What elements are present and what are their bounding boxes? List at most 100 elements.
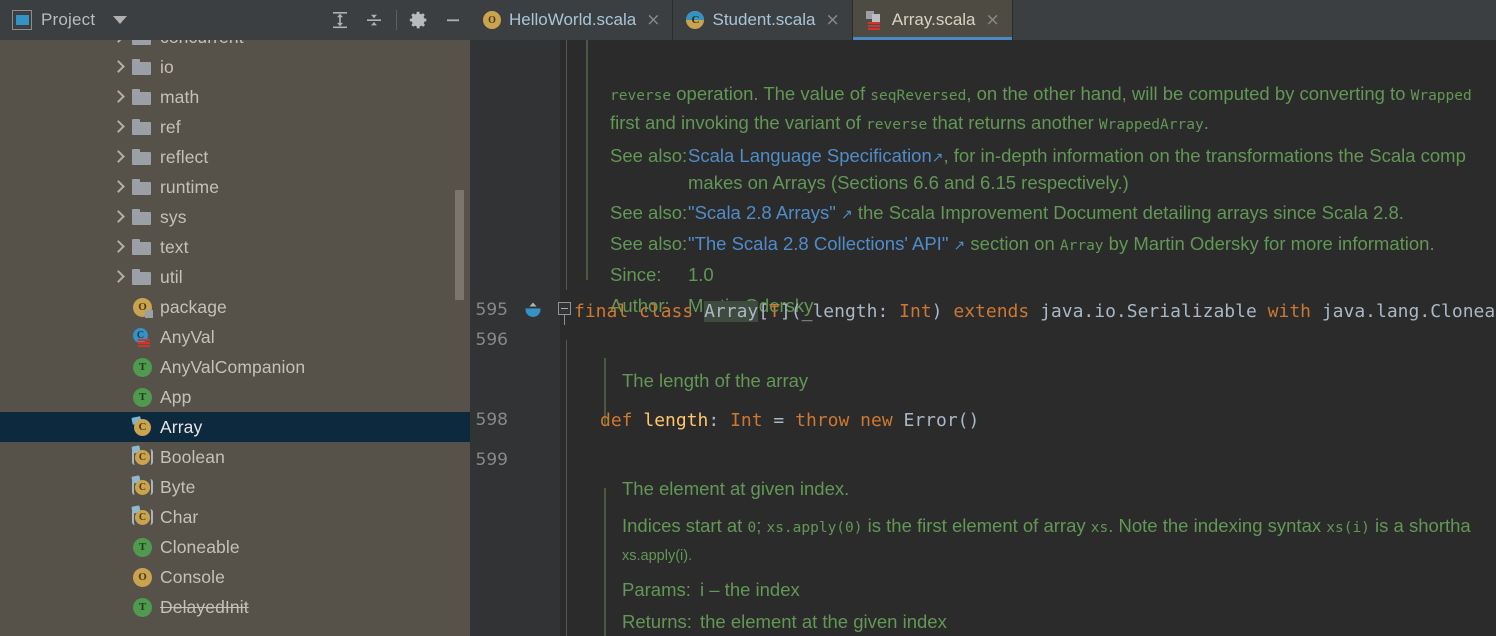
- doc-text: that returns another: [927, 112, 1099, 133]
- chevron-right-icon[interactable]: [110, 59, 126, 75]
- expand-all-button[interactable]: [323, 3, 357, 37]
- project-tool-window-header: Project: [0, 0, 470, 40]
- tree-item-label: Char: [160, 506, 199, 527]
- scala-trait-icon: T: [133, 597, 152, 617]
- tree-item-runtime[interactable]: runtime: [0, 172, 470, 202]
- tree-item-label: DelayedInit: [160, 596, 249, 617]
- implementing-member-icon[interactable]: [522, 300, 544, 322]
- doc-code-span: xs.apply(0): [766, 520, 863, 536]
- doc-text: section on: [970, 233, 1060, 254]
- folder-icon: [132, 239, 152, 255]
- chevron-down-icon[interactable]: [113, 16, 128, 24]
- tab-label: Array.scala: [891, 10, 976, 29]
- chevron-right-icon[interactable]: [110, 40, 126, 45]
- chevron-right-icon[interactable]: [110, 149, 126, 165]
- tree-item-label: Console: [160, 566, 225, 587]
- doc-apply-returns: Returns: the element at the given index: [622, 611, 947, 633]
- doc-text: . Note the indexing syntax: [1108, 515, 1327, 536]
- chevron-right-icon[interactable]: [110, 119, 126, 135]
- editor-tab-bar: O HelloWorld.scala × C Student.scala × A…: [470, 0, 1496, 40]
- tree-item-label: math: [160, 86, 200, 107]
- doc-text: is the first element of array: [862, 515, 1091, 536]
- settings-button[interactable]: [402, 3, 436, 37]
- tree-item-console[interactable]: O Console: [0, 562, 470, 592]
- code-editor[interactable]: 595 596 598 599 reverse operation. The v…: [470, 40, 1496, 636]
- tree-item-text[interactable]: text: [0, 232, 470, 262]
- close-icon[interactable]: ×: [646, 11, 660, 29]
- tree-item-app[interactable]: T App: [0, 382, 470, 412]
- since-label: Since:: [610, 264, 662, 285]
- doc-apply-line2: Indices start at 0; xs.apply(0) is the f…: [622, 515, 1471, 537]
- tree-item-package[interactable]: Opackage: [0, 292, 470, 322]
- code-content[interactable]: reverse operation. The value of seqRever…: [558, 40, 1496, 636]
- doc-link[interactable]: Scala Language Specification: [688, 145, 932, 166]
- line-number: 595: [475, 300, 508, 320]
- tree-item-delayedinit[interactable]: T DelayedInit: [0, 592, 470, 622]
- code-token: ): [931, 301, 954, 322]
- tree-item-concurrent[interactable]: concurrent: [0, 40, 470, 52]
- tree-item-label: Array: [160, 416, 203, 437]
- returns-label: Returns:: [622, 611, 692, 632]
- tree-item-ref[interactable]: ref: [0, 112, 470, 142]
- code-token: length: [643, 410, 709, 431]
- doc-text: , for in-depth information on the transf…: [943, 145, 1466, 166]
- tree-item-math[interactable]: math: [0, 82, 470, 112]
- doc-code-span: xs: [1090, 520, 1109, 536]
- doc-code-span: xs(i): [1326, 520, 1370, 536]
- project-tree: concurrent io math ref reflect runtime sys text…: [0, 40, 470, 622]
- fold-marker-icon[interactable]: [558, 302, 571, 325]
- folder-icon: [132, 149, 152, 165]
- tree-item-util[interactable]: util: [0, 262, 470, 292]
- tree-item-label: io: [160, 56, 174, 77]
- editor-tab-array[interactable]: Array.scala ×: [852, 0, 1013, 40]
- doc-code-span: Array: [1059, 238, 1104, 254]
- chevron-right-icon[interactable]: [110, 239, 126, 255]
- editor-gutter[interactable]: 595 596 598 599: [470, 40, 560, 636]
- code-token: ](_length:: [779, 301, 900, 322]
- doc-text: operation. The value of: [671, 83, 871, 104]
- collapse-all-button[interactable]: [357, 3, 391, 37]
- doc-link[interactable]: "The Scala 2.8 Collections' API": [688, 233, 948, 254]
- editor-tab-helloworld[interactable]: O HelloWorld.scala ×: [470, 0, 674, 40]
- code-line-595[interactable]: final class Array[T](_length: Int) exten…: [574, 301, 1496, 322]
- close-icon[interactable]: ×: [826, 11, 840, 29]
- tree-item-label: concurrent: [160, 40, 244, 48]
- doc-seealso-3: See also:"The Scala 2.8 Collections' API…: [610, 233, 1435, 255]
- doc-apply-line3: xs.apply(i).: [622, 548, 693, 564]
- tree-item-label: runtime: [160, 176, 220, 197]
- tree-item-char[interactable]: C Char: [0, 502, 470, 532]
- scala-class-object-icon: C: [131, 415, 152, 437]
- toolbar-divider: [396, 10, 397, 30]
- doc-seealso-2: See also:"Scala 2.8 Arrays" ↗ the Scala …: [610, 202, 1404, 224]
- code-line-598[interactable]: def length: Int = throw new Error(): [600, 410, 979, 431]
- project-tree-panel[interactable]: concurrent io math ref reflect runtime sys text…: [0, 40, 470, 636]
- doc-code-span: Wrapped: [1410, 88, 1472, 104]
- editor-tab-student[interactable]: C Student.scala ×: [673, 0, 853, 40]
- sidebar-scrollbar[interactable]: [455, 190, 464, 300]
- chevron-right-icon[interactable]: [110, 269, 126, 285]
- tree-item-anyvalcompanion[interactable]: T AnyValCompanion: [0, 352, 470, 382]
- tree-item-io[interactable]: io: [0, 52, 470, 82]
- tree-item-anyval[interactable]: C AnyVal: [0, 322, 470, 352]
- scala-trait-icon: T: [133, 537, 152, 557]
- chevron-right-icon[interactable]: [110, 89, 126, 105]
- tree-item-cloneable[interactable]: T Cloneable: [0, 532, 470, 562]
- folder-icon: [132, 119, 152, 135]
- tree-item-byte[interactable]: C Byte: [0, 472, 470, 502]
- close-icon[interactable]: ×: [986, 11, 1000, 29]
- line-number: 598: [475, 410, 508, 430]
- tree-item-label: AnyValCompanion: [160, 356, 306, 377]
- tree-item-array[interactable]: C Array: [0, 412, 470, 442]
- tree-item-boolean[interactable]: C Boolean: [0, 442, 470, 472]
- tree-item-reflect[interactable]: reflect: [0, 142, 470, 172]
- tree-item-sys[interactable]: sys: [0, 202, 470, 232]
- doc-link[interactable]: "Scala 2.8 Arrays": [688, 202, 836, 223]
- chevron-right-icon[interactable]: [110, 179, 126, 195]
- code-token: =: [762, 410, 796, 431]
- folder-icon: [132, 209, 152, 225]
- tree-item-label: Boolean: [160, 446, 225, 467]
- hide-panel-button[interactable]: [436, 3, 470, 37]
- code-token: new: [860, 410, 904, 431]
- external-link-icon: ↗: [953, 237, 966, 253]
- chevron-right-icon[interactable]: [110, 209, 126, 225]
